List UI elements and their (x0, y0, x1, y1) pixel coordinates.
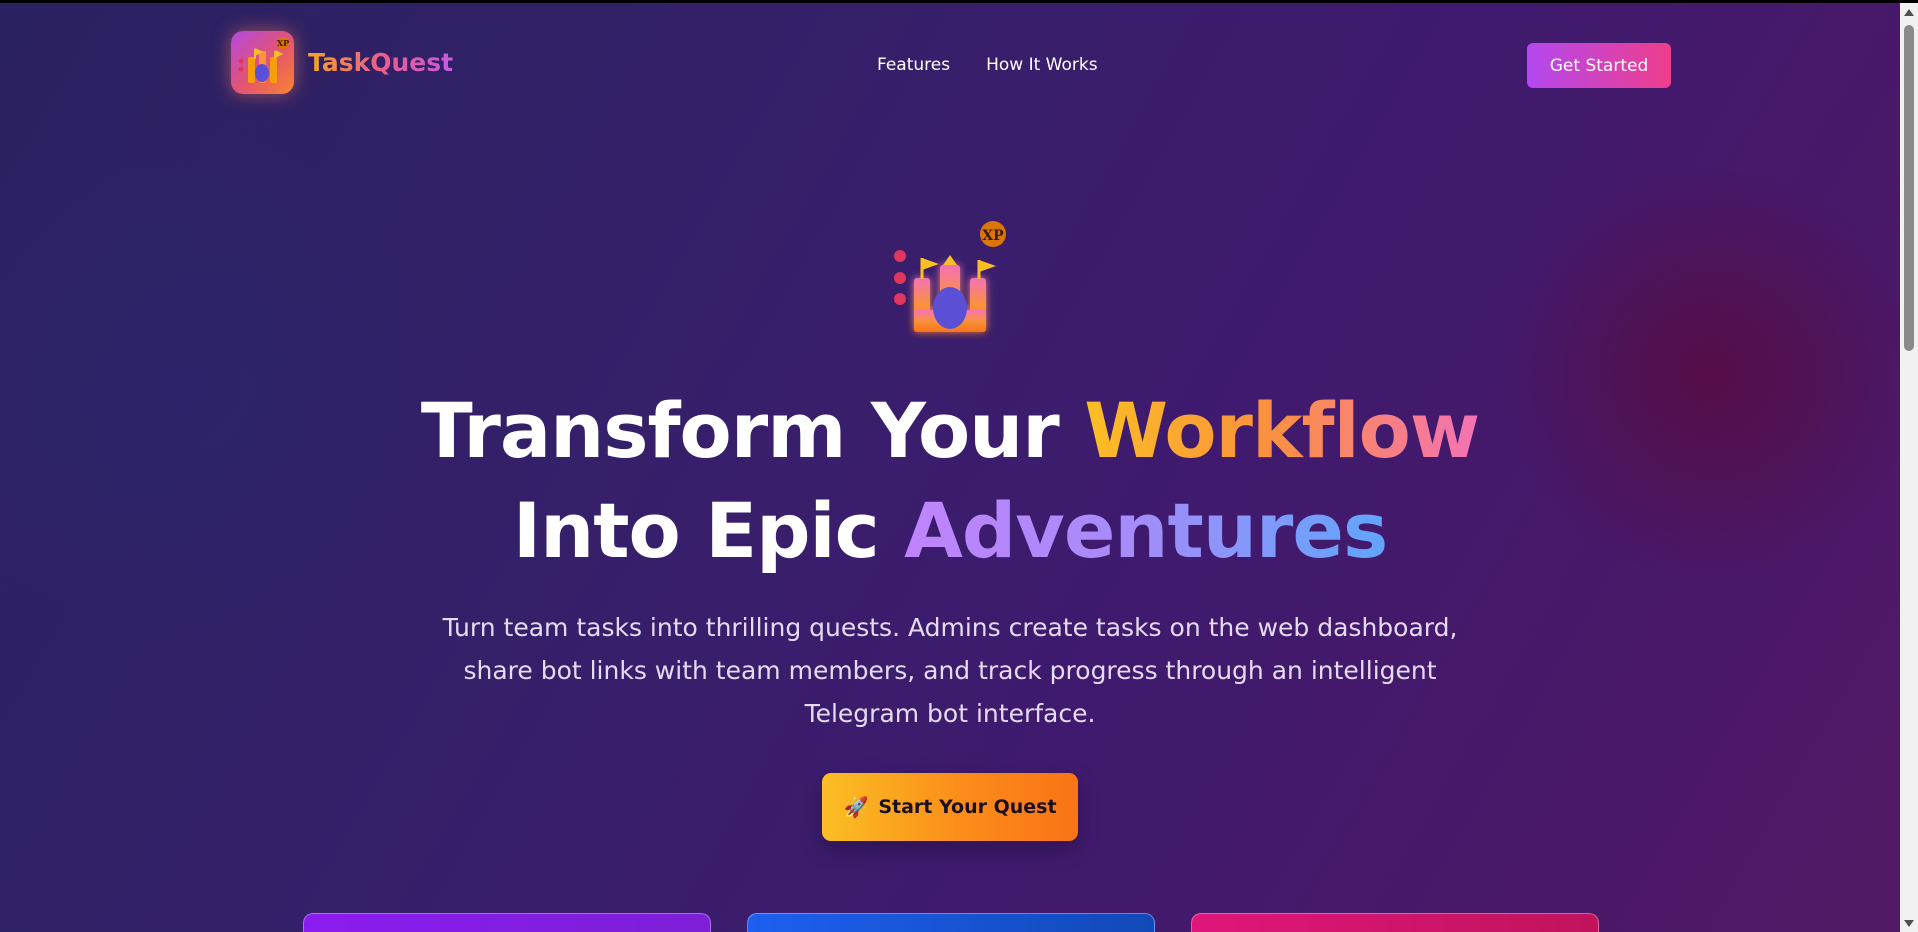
scroll-up-arrow-icon[interactable] (1904, 9, 1914, 16)
subtitle-line: share bot links with team members, and t… (463, 656, 1437, 685)
castle-logo-icon: XP (231, 31, 294, 94)
hero-subtitle: Turn team tasks into thrilling quests. A… (0, 606, 1900, 735)
feature-card-1[interactable] (303, 913, 711, 932)
scrollbar-thumb[interactable] (1904, 25, 1914, 351)
scroll-down-arrow-icon[interactable] (1904, 920, 1914, 927)
feature-card-2[interactable] (747, 913, 1155, 932)
get-started-button[interactable]: Get Started (1527, 43, 1671, 88)
subtitle-line: Telegram bot interface. (804, 699, 1096, 728)
headline-line-2-plain: Into Epic (512, 486, 905, 575)
nav-link-how-it-works[interactable]: How It Works (986, 55, 1097, 75)
svg-text:XP: XP (277, 38, 289, 48)
svg-text:XP: XP (982, 228, 1004, 244)
brand-name: TaskQuest (308, 48, 454, 77)
vertical-scrollbar[interactable] (1900, 3, 1918, 932)
headline-accent-adventures: Adventures (904, 486, 1388, 575)
headline-accent-workflow: Workflow (1084, 386, 1480, 475)
headline-line-2: Into Epic Adventures (0, 481, 1900, 581)
hero-headline: Transform Your Workflow Into Epic Advent… (0, 381, 1900, 581)
rocket-icon: 🚀 (843, 795, 869, 819)
feature-card-3[interactable] (1191, 913, 1599, 932)
headline-line-1: Transform Your Workflow (0, 381, 1900, 481)
subtitle-line: Turn team tasks into thrilling quests. A… (442, 613, 1458, 642)
headline-line-1-plain: Transform Your (420, 386, 1085, 475)
start-your-quest-label: Start Your Quest (878, 796, 1057, 818)
start-your-quest-button[interactable]: 🚀 Start Your Quest (822, 773, 1078, 841)
brand[interactable]: XP TaskQuest (231, 31, 453, 94)
top-navigation: XP TaskQuest Features How It Works Get S… (0, 3, 1900, 123)
castle-icon: XP (887, 215, 1017, 345)
nav-links: Features How It Works (877, 55, 1098, 75)
nav-link-features[interactable]: Features (877, 55, 950, 75)
